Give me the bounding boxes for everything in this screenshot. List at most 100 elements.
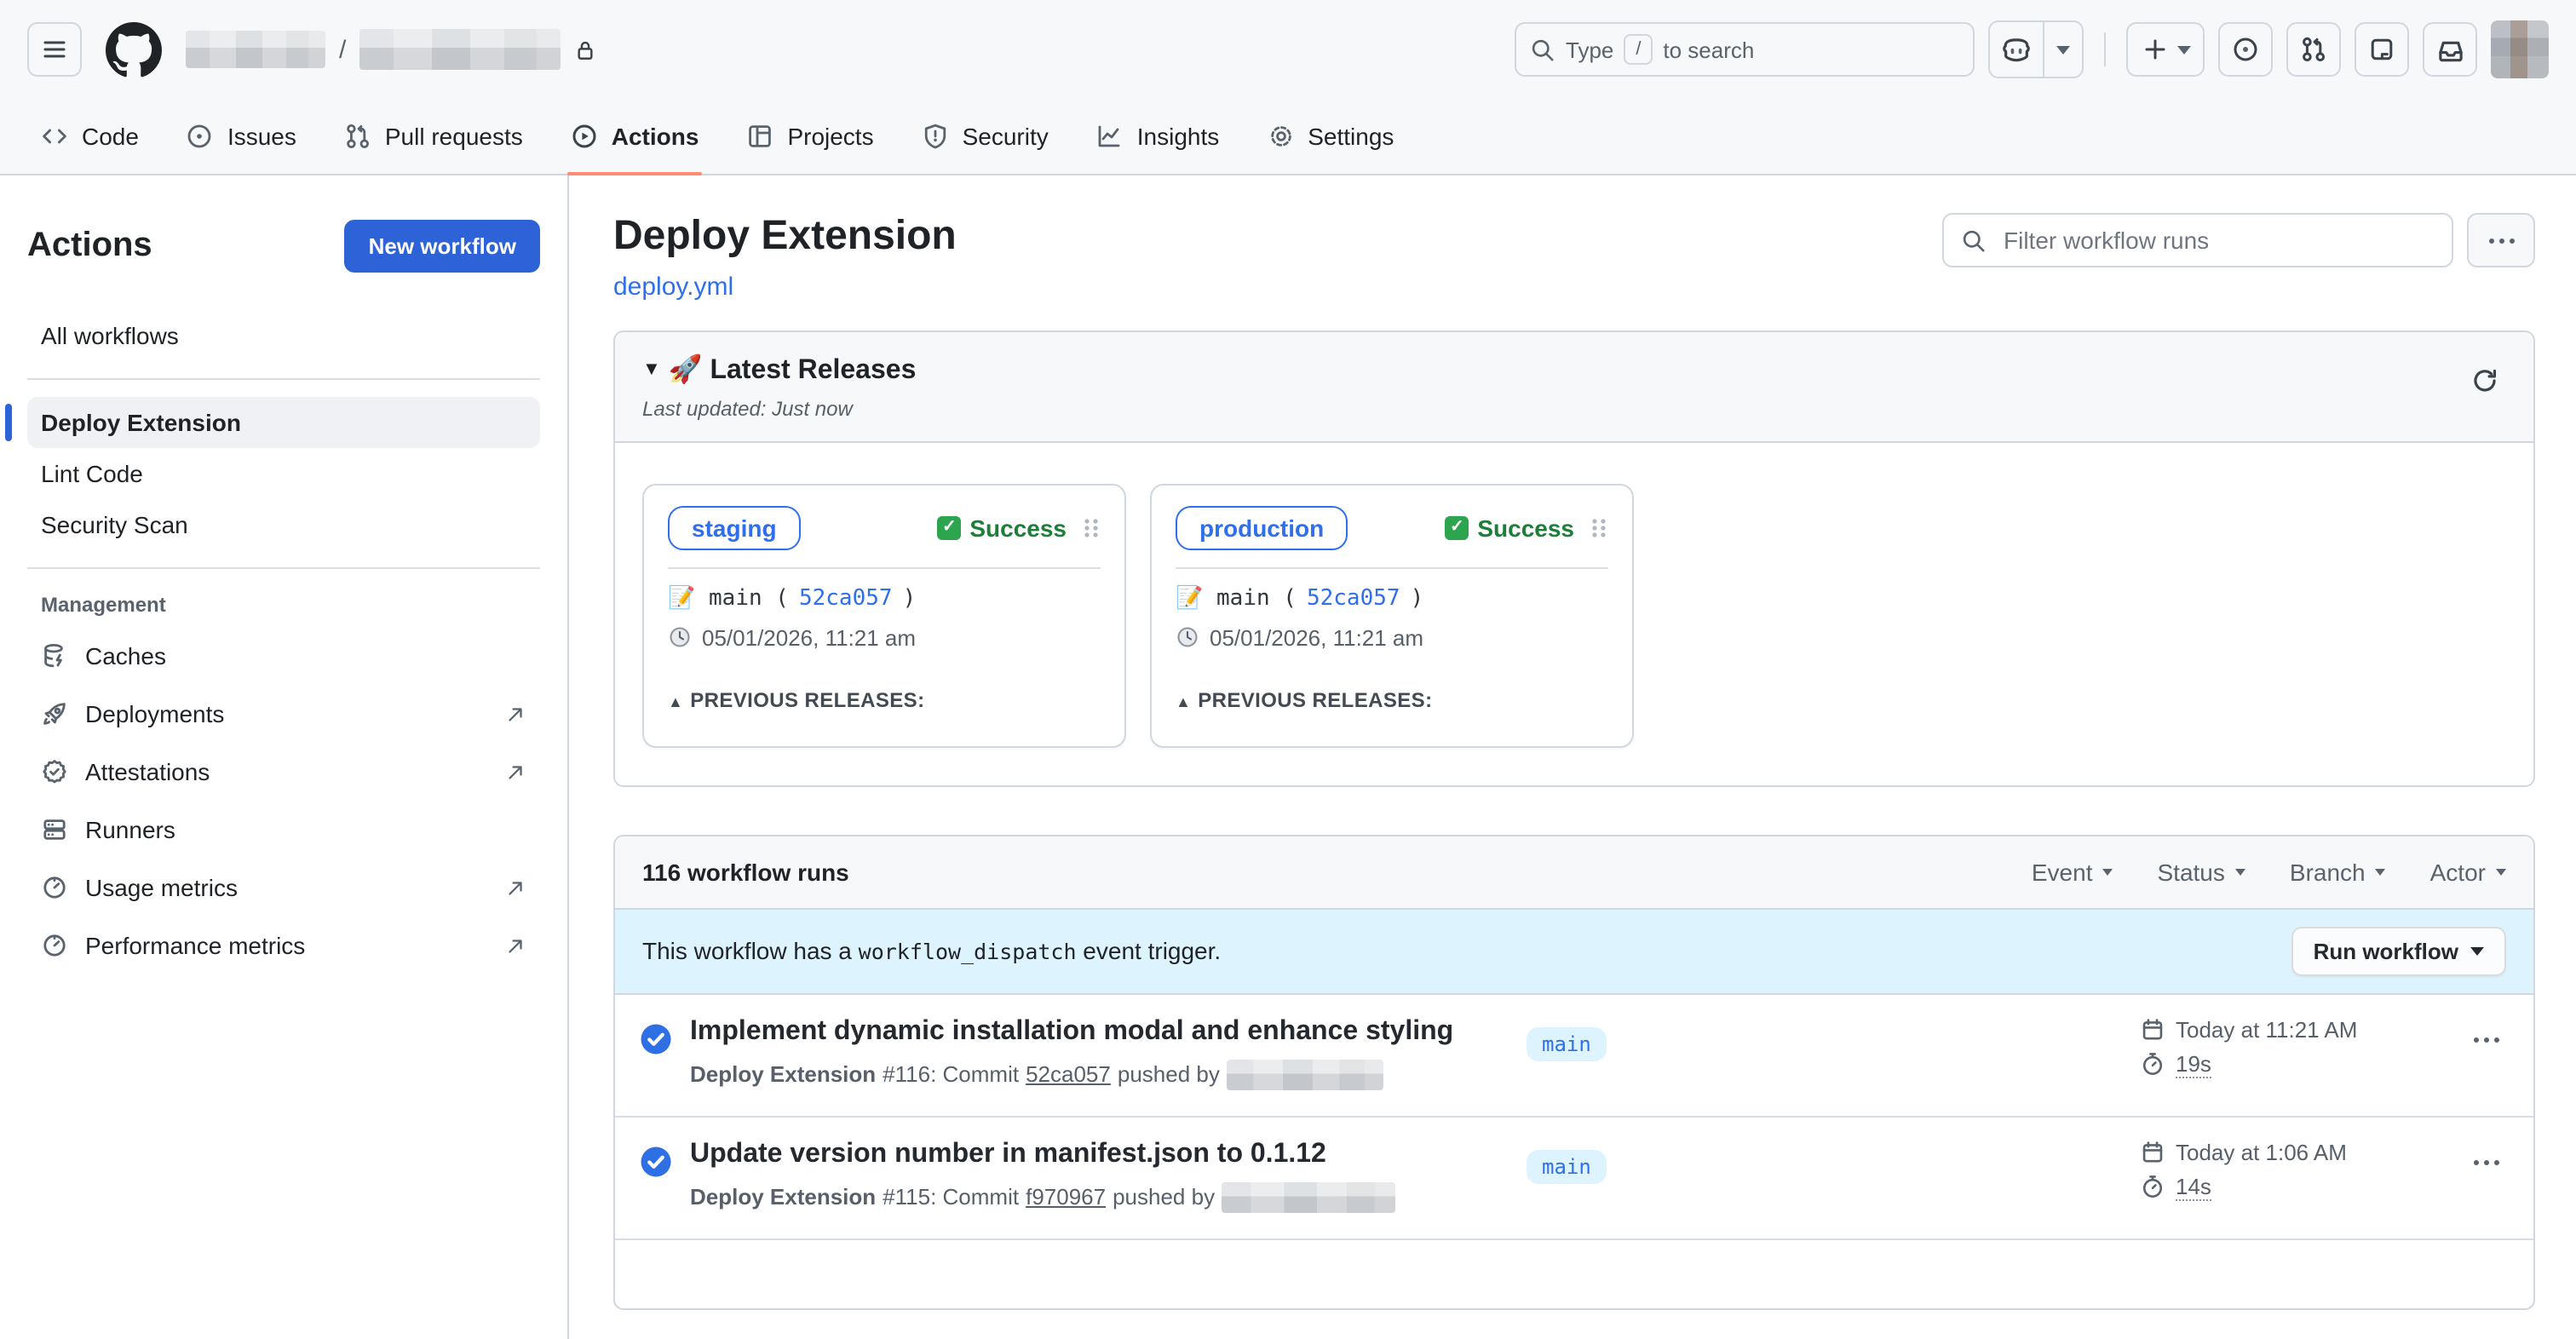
github-actions-page: / Type / to search — [0, 0, 2576, 1339]
issues-button[interactable] — [2218, 22, 2273, 77]
refresh-icon — [2470, 366, 2499, 395]
pull-requests-button[interactable] — [2286, 22, 2341, 77]
filter-workflow-runs-input[interactable] — [2000, 225, 2435, 256]
stopwatch-icon — [2140, 1052, 2165, 1078]
sidebar-item-performance-metrics[interactable]: Performance metrics — [27, 917, 540, 974]
tab-insights[interactable]: Insights — [1076, 99, 1240, 174]
latest-releases-title[interactable]: ▼ 🚀 Latest Releases — [642, 353, 916, 387]
actor-name-redacted[interactable] — [1222, 1182, 1395, 1213]
hamburger-menu-button[interactable] — [27, 22, 82, 77]
run-title-link[interactable]: Update version number in manifest.json t… — [690, 1140, 1527, 1170]
run-options-button[interactable] — [2467, 1031, 2506, 1049]
clock-icon — [668, 626, 692, 650]
run-number: #116: Commit — [883, 1062, 1019, 1088]
branch-chip[interactable]: main — [1527, 1150, 1607, 1184]
previous-releases-toggle[interactable]: ▲PREVIOUS RELEASES: — [1176, 688, 1608, 712]
commit-link[interactable]: 52ca057 — [1026, 1062, 1111, 1088]
branch-filter-dropdown[interactable]: Branch — [2290, 859, 2386, 886]
release-time-line: 05/01/2026, 11:21 am — [1176, 625, 1608, 651]
repo-tabbar: Code Issues Pull requests Actions Projec… — [0, 99, 2576, 175]
chevron-down-icon — [2470, 947, 2484, 956]
workflow-file-link[interactable]: deploy.yml — [613, 273, 733, 302]
drag-handle-icon[interactable] — [1080, 516, 1101, 540]
all-workflows-link[interactable]: All workflows — [27, 310, 540, 361]
inbox-button[interactable] — [2423, 22, 2477, 77]
github-logo-icon[interactable] — [106, 21, 162, 78]
refresh-button[interactable] — [2464, 359, 2506, 407]
kebab-icon — [2481, 231, 2521, 250]
run-title-link[interactable]: Implement dynamic installation modal and… — [690, 1017, 1527, 1048]
copilot-dropdown-button[interactable] — [2043, 22, 2082, 77]
sidebar-item-lint-code[interactable]: Lint Code — [27, 448, 540, 499]
sidebar-item-runners[interactable]: Runners — [27, 801, 540, 859]
tab-code[interactable]: Code — [20, 99, 159, 174]
management-heading: Management — [41, 593, 540, 617]
workflow-options-button[interactable] — [2467, 213, 2535, 267]
tab-actions[interactable]: Actions — [550, 99, 720, 174]
environment-chip[interactable]: production — [1176, 506, 1348, 550]
sidebar-item-attestations[interactable]: Attestations — [27, 743, 540, 801]
table-icon — [746, 123, 773, 150]
notice-after: event trigger. — [1077, 938, 1222, 965]
release-commit-line: 📝 main (52ca057) — [668, 586, 1101, 612]
status-filter-dropdown[interactable]: Status — [2158, 859, 2245, 886]
saved-items-button[interactable] — [2355, 22, 2409, 77]
drag-handle-icon[interactable] — [1588, 516, 1608, 540]
environment-chip[interactable]: staging — [668, 506, 801, 550]
tab-label: Code — [82, 123, 139, 150]
plus-icon — [2141, 36, 2168, 63]
sidebar-item-caches[interactable]: Caches — [27, 627, 540, 685]
previous-releases-toggle[interactable]: ▲PREVIOUS RELEASES: — [668, 688, 1101, 712]
sidebar-item-usage-metrics[interactable]: Usage metrics — [27, 859, 540, 917]
bookmark-square-icon — [2368, 36, 2395, 63]
actor-name-redacted[interactable] — [1227, 1060, 1383, 1090]
create-new-button[interactable] — [2126, 22, 2205, 77]
run-duration[interactable]: 19s — [2176, 1051, 2211, 1078]
new-workflow-button[interactable]: New workflow — [345, 220, 540, 273]
tab-security[interactable]: Security — [901, 99, 1069, 174]
pushed-by-text: pushed by — [1118, 1062, 1220, 1088]
page-title: Deploy Extension — [613, 213, 957, 262]
event-filter-dropdown[interactable]: Event — [2032, 859, 2113, 886]
tab-issues[interactable]: Issues — [166, 99, 317, 174]
sidebar-item-deployments[interactable]: Deployments — [27, 685, 540, 743]
branch-chip[interactable]: main — [1527, 1027, 1607, 1061]
commit-link[interactable]: f970967 — [1026, 1185, 1106, 1210]
copilot-icon — [2002, 35, 2031, 64]
filter-label: Branch — [2290, 859, 2366, 886]
run-duration[interactable]: 14s — [2176, 1174, 2211, 1201]
sidebar-item-deploy-extension[interactable]: Deploy Extension — [27, 397, 540, 448]
avatar[interactable] — [2491, 20, 2549, 78]
release-status: ✓ Success — [937, 514, 1067, 542]
copilot-button[interactable] — [1990, 22, 2043, 77]
repo-name-redacted[interactable] — [359, 29, 561, 70]
run-workflow-button[interactable]: Run workflow — [2291, 927, 2506, 976]
run-workflow-name: Deploy Extension — [690, 1185, 876, 1210]
branch-close: ) — [903, 586, 917, 612]
release-commit-line: 📝 main (52ca057) — [1176, 586, 1608, 612]
owner-name-redacted[interactable] — [186, 31, 325, 68]
calendar-icon — [2140, 1017, 2165, 1043]
global-search-input[interactable]: Type / to search — [1515, 22, 1975, 77]
rocket-emoji: 🚀 — [669, 356, 703, 385]
sidebar-item-security-scan[interactable]: Security Scan — [27, 499, 540, 550]
actor-filter-dropdown[interactable]: Actor — [2430, 859, 2506, 886]
collapse-triangle[interactable]: ▼ — [642, 359, 661, 380]
filter-workflow-runs-box — [1942, 213, 2453, 267]
run-options-button[interactable] — [2467, 1153, 2506, 1172]
play-circle-icon — [571, 123, 598, 150]
release-card-staging: staging ✓ Success 📝 main (52ca057) — [642, 484, 1126, 748]
tab-pull-requests[interactable]: Pull requests — [324, 99, 543, 174]
commit-link[interactable]: 52ca057 — [799, 586, 893, 612]
commit-link[interactable]: 52ca057 — [1307, 586, 1400, 612]
tab-settings[interactable]: Settings — [1246, 99, 1414, 174]
collapse-triangle: ▲ — [1176, 693, 1191, 710]
tab-projects[interactable]: Projects — [726, 99, 894, 174]
sidebar-divider — [27, 567, 540, 569]
search-icon — [1530, 37, 1555, 62]
branch-text: 📝 main ( — [1176, 586, 1297, 612]
run-subtitle: Deploy Extension #116: Commit 52ca057 pu… — [690, 1060, 1527, 1090]
search-placeholder-prefix: Type — [1566, 37, 1613, 62]
gear-icon — [1267, 123, 1294, 150]
timestamp-text: 05/01/2026, 11:21 am — [702, 625, 916, 651]
